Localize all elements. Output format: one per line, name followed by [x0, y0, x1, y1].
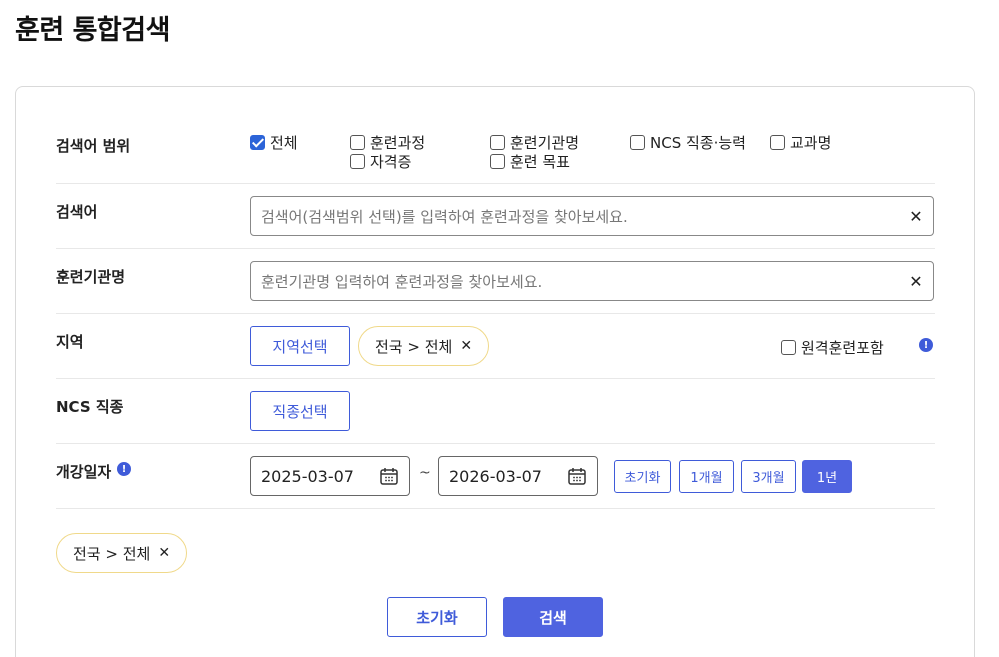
institution-placeholder: 훈련기관명 입력하여 훈련과정을 찾아보세요.	[261, 272, 543, 291]
ncs-select-button[interactable]: 직종선택	[250, 391, 350, 431]
keyword-input[interactable]: 검색어(검색범위 선택)를 입력하여 훈련과정을 찾아보세요. ✕	[250, 196, 934, 236]
scope-checkbox-subject[interactable]: 교과명	[770, 132, 831, 153]
remote-training-checkbox[interactable]: 원격훈련포함	[781, 337, 884, 358]
selected-region-chip[interactable]: 전국 > 전체 ✕	[56, 533, 188, 573]
scope-checkbox-certificate[interactable]: 자격증	[350, 151, 411, 172]
region-row: 지역 지역선택 전국 > 전체 ✕ 원격훈련포함 !	[56, 314, 935, 379]
scope-option-label: 훈련기관명	[510, 134, 580, 152]
region-label: 지역	[56, 333, 84, 351]
institution-label: 훈련기관명	[56, 268, 126, 286]
reset-button[interactable]: 초기화	[387, 597, 487, 637]
checkbox-certificate-box[interactable]	[350, 154, 365, 169]
checkbox-course-box[interactable]	[350, 135, 365, 150]
date-separator: ~	[419, 465, 431, 481]
search-button[interactable]: 검색	[503, 597, 603, 637]
region-select-button[interactable]: 지역선택	[250, 326, 350, 366]
scope-option-label: 전체	[270, 134, 298, 152]
checkbox-all-box[interactable]	[250, 135, 265, 150]
keyword-label: 검색어	[56, 203, 98, 221]
info-icon[interactable]: !	[919, 338, 933, 352]
scope-checkbox-all[interactable]: 전체	[250, 132, 298, 153]
keyword-clear-icon[interactable]: ✕	[909, 207, 923, 226]
calendar-icon[interactable]	[567, 466, 587, 486]
remote-training-label: 원격훈련포함	[801, 339, 884, 357]
institution-row: 훈련기관명 훈련기관명 입력하여 훈련과정을 찾아보세요. ✕	[56, 249, 935, 314]
region-chip[interactable]: 전국 > 전체 ✕	[358, 326, 490, 366]
scope-option-label: 훈련과정	[370, 134, 426, 152]
scope-checkbox-institution[interactable]: 훈련기관명	[490, 132, 579, 153]
keyword-placeholder: 검색어(검색범위 선택)를 입력하여 훈련과정을 찾아보세요.	[261, 207, 628, 226]
close-icon[interactable]: ✕	[158, 545, 170, 561]
scope-option-label: 자격증	[370, 153, 412, 171]
scope-checkbox-ncs[interactable]: NCS 직종·능력	[630, 132, 746, 153]
ncs-label: NCS 직종	[56, 398, 124, 416]
scope-option-label: 교과명	[790, 134, 832, 152]
checkbox-subject-box[interactable]	[770, 135, 785, 150]
remote-checkbox-box[interactable]	[781, 340, 796, 355]
close-icon[interactable]: ✕	[460, 338, 472, 354]
scope-row: 검색어 범위 전체 훈련과정 훈련기관명 NCS 직종·능력 교과명 자격증 훈…	[56, 117, 935, 184]
ncs-row: NCS 직종 직종선택	[56, 379, 935, 444]
date-label: 개강일자	[56, 463, 112, 481]
period-3month-button[interactable]: 3개월	[741, 460, 796, 493]
period-reset-button[interactable]: 초기화	[614, 460, 671, 493]
institution-input[interactable]: 훈련기관명 입력하여 훈련과정을 찾아보세요. ✕	[250, 261, 934, 301]
scope-option-label: NCS 직종·능력	[650, 134, 746, 152]
start-date-value: 2025-03-07	[261, 466, 354, 486]
search-panel: 검색어 범위 전체 훈련과정 훈련기관명 NCS 직종·능력 교과명 자격증 훈…	[15, 86, 975, 657]
date-row: 개강일자 ! 2025-03-07 ~ 2026-03-07 초기화 1개월 3…	[56, 444, 935, 509]
checkbox-ncs-box[interactable]	[630, 135, 645, 150]
scope-checkbox-goal[interactable]: 훈련 목표	[490, 151, 570, 172]
end-date-value: 2026-03-07	[449, 466, 542, 486]
institution-clear-icon[interactable]: ✕	[909, 272, 923, 291]
selected-chip-label: 전국 > 전체	[73, 544, 151, 563]
start-date-input[interactable]: 2025-03-07	[250, 456, 410, 496]
period-1month-button[interactable]: 1개월	[679, 460, 734, 493]
scope-label: 검색어 범위	[56, 137, 131, 155]
checkbox-goal-box[interactable]	[490, 154, 505, 169]
checkbox-institution-box[interactable]	[490, 135, 505, 150]
period-1year-button[interactable]: 1년	[802, 460, 852, 493]
page-title: 훈련 통합검색	[15, 15, 170, 46]
end-date-input[interactable]: 2026-03-07	[438, 456, 598, 496]
scope-option-label: 훈련 목표	[510, 153, 570, 171]
scope-checkbox-course[interactable]: 훈련과정	[350, 132, 425, 153]
keyword-row: 검색어 검색어(검색범위 선택)를 입력하여 훈련과정을 찾아보세요. ✕	[56, 184, 935, 249]
calendar-icon[interactable]	[379, 466, 399, 486]
region-chip-label: 전국 > 전체	[375, 337, 453, 356]
info-icon[interactable]: !	[117, 462, 131, 476]
